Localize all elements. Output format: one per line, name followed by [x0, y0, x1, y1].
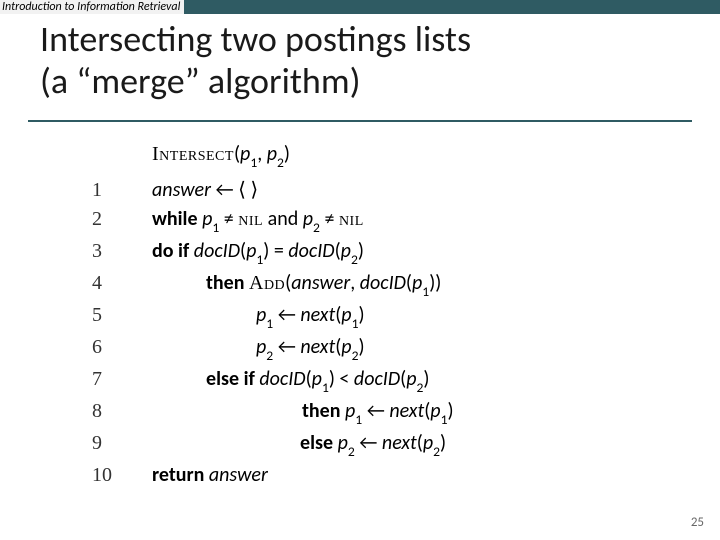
algo-line-4: 4 then Add(answer, docID(p1))	[92, 271, 454, 298]
course-label: Introduction to Information Retrieval	[0, 0, 184, 14]
algorithm-block: Intersect(p1, p2) 1 answer ← ⟨ ⟩ 2 while…	[92, 142, 454, 492]
slide-title: Intersecting two postings lists (a “merg…	[40, 18, 471, 103]
algo-line-10: 10 return answer	[92, 463, 454, 487]
algo-line-7: 7 else if docID(p1) < docID(p2)	[92, 367, 454, 394]
algo-head: Intersect(p1, p2)	[152, 142, 454, 169]
title-rule	[28, 120, 692, 122]
algo-line-8: 8 then p1 ← next(p1)	[92, 399, 454, 426]
algo-line-6: 6 p2 ← next(p2)	[92, 335, 454, 362]
algo-line-3: 3 do if docID(p1) = docID(p2)	[92, 239, 454, 266]
fn-name: Intersect	[152, 143, 234, 165]
algo-line-5: 5 p1 ← next(p1)	[92, 303, 454, 330]
header-fill	[184, 0, 720, 14]
algo-line-1: 1 answer ← ⟨ ⟩	[92, 177, 454, 202]
algo-line-9: 9 else p2 ← next(p2)	[92, 431, 454, 458]
title-line1: Intersecting two postings lists	[40, 17, 471, 61]
page-number: 25	[691, 515, 704, 530]
algo-line-2: 2 while p1 ≠ nil and p2 ≠ nil	[92, 207, 454, 234]
title-line2: (a “merge” algorithm)	[40, 59, 361, 103]
header-bar: Introduction to Information Retrieval	[0, 0, 720, 14]
